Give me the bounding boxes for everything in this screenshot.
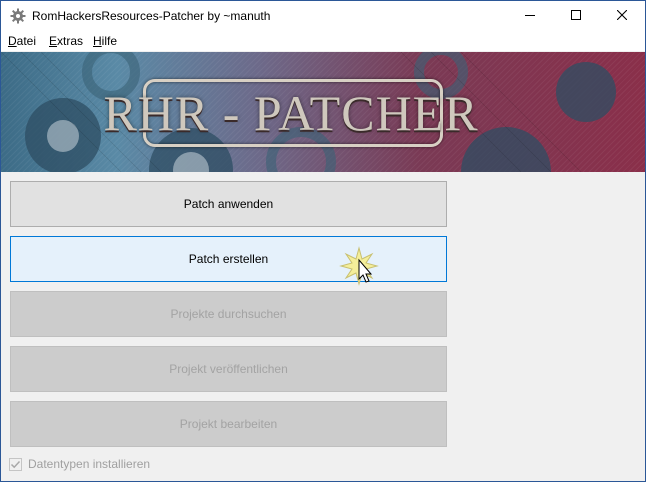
edit-project-button[interactable]: Projekt bearbeiten [10,401,447,447]
menu-hilfe-label: ilfe [101,34,118,48]
window-title: RomHackersResources-Patcher by ~manuth [32,9,271,23]
menu-hilfe[interactable]: Hilfe [93,34,117,48]
install-datatypes-label: Datentypen installieren [28,457,151,471]
menu-extras[interactable]: Extras [49,34,83,48]
maximize-icon [571,9,581,23]
title-bar[interactable]: RomHackersResources-Patcher by ~manuth [1,1,645,31]
menu-extras-accel: E [49,34,58,48]
menu-extras-label: xtras [57,34,84,48]
minimize-button[interactable] [507,1,553,31]
menu-datei-accel: D [8,34,17,48]
publish-project-button[interactable]: Projekt veröffentlichen [10,346,447,392]
create-patch-button[interactable]: Patch erstellen [10,236,447,282]
mouse-cursor-icon [339,246,379,286]
close-icon [616,9,628,23]
apply-patch-button[interactable]: Patch anwenden [10,181,447,227]
install-datatypes-checkbox[interactable] [9,457,22,471]
header-banner: RHR - PATCHER [1,52,645,172]
maximize-button[interactable] [553,1,599,31]
install-datatypes-checkbox-row[interactable]: Datentypen installieren [9,456,150,472]
menu-hilfe-accel: H [93,34,102,48]
close-button[interactable] [599,1,645,31]
checkmark-icon [10,460,21,468]
app-gear-icon [10,8,26,24]
menu-datei[interactable]: Datei [8,34,36,48]
browse-projects-button[interactable]: Projekte durchsuchen [10,291,447,337]
banner-title: RHR - PATCHER [103,85,479,141]
app-window: RomHackersResources-Patcher by ~manuth D… [0,0,646,482]
menu-datei-label: atei [16,34,37,48]
minimize-icon [525,9,535,23]
menu-bar: Datei Extras Hilfe [1,31,645,51]
